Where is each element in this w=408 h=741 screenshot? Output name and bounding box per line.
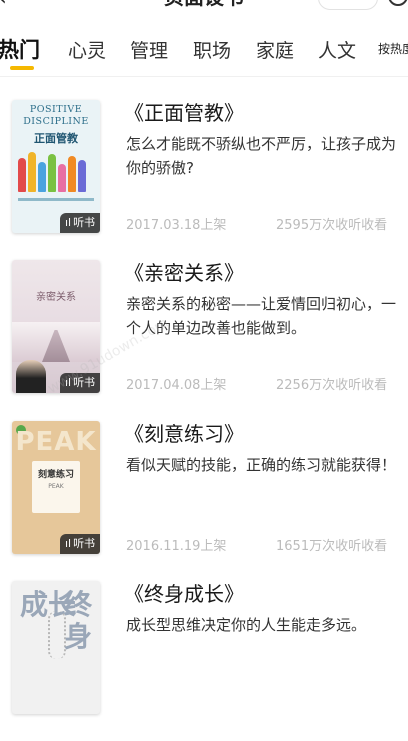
book-item[interactable]: PEAK 刻意练习 PEAK ıl 听书 《刻意练习》 看似天赋的技能，正确的练习… — [0, 421, 408, 581]
book-release-date: 2016.11.19上架 — [126, 539, 227, 554]
cover-subtitle: PEAK — [48, 483, 64, 490]
cover-chinese-title: 正面管教 — [34, 132, 78, 145]
badge-label: 听书 — [73, 216, 96, 229]
sort-by-popularity-button[interactable]: 按热度 — [378, 40, 408, 57]
book-description: 怎么才能既不骄纵也不严厉，让孩子成为你的骄傲? — [126, 135, 397, 177]
book-play-count: 1651万次收听收看 — [276, 539, 388, 554]
tab-humanities[interactable]: 人文 — [318, 36, 356, 63]
tab-career[interactable]: 职场 — [193, 36, 231, 63]
tab-family[interactable]: 家庭 — [256, 36, 294, 63]
listen-badge: ıl 听书 — [60, 534, 100, 554]
cover-english-title: PEAK — [15, 427, 97, 457]
cover-line — [18, 198, 94, 201]
tab-management[interactable]: 管理 — [130, 36, 168, 63]
category-tabs: 热门 心灵 管理 职场 家庭 人文 按热度 — [0, 30, 408, 74]
active-tab-indicator — [10, 66, 34, 70]
listen-badge: ıl 听书 — [60, 213, 100, 233]
book-item[interactable]: POSITIVE DISCIPLINE 正面管教 ıl 听书 《正面管教》 怎么才… — [0, 100, 408, 260]
book-release-date: 2017.03.18上架 — [126, 218, 227, 233]
header-pill-button[interactable] — [318, 0, 378, 10]
book-cover[interactable]: 成长 终身 — [12, 581, 100, 714]
cover-author-photo — [16, 360, 46, 393]
cover-english-title: POSITIVE DISCIPLINE — [23, 104, 89, 127]
audio-bars-icon: ıl — [64, 537, 72, 550]
tab-soul[interactable]: 心灵 — [68, 36, 106, 63]
book-description: 亲密关系的秘密——让爱情回归初心，一个人的单边改善也能做到。 — [126, 295, 397, 337]
book-title[interactable]: 《正面管教》 — [124, 97, 244, 126]
cover-title-right: 终身 — [64, 588, 93, 653]
cover-illustration — [18, 150, 94, 192]
book-item[interactable]: 成长 终身 《终身成长》 成长型思维决定你的人生能走多远。 — [0, 581, 408, 741]
cover-title-plate: 刻意练习 PEAK — [32, 461, 80, 513]
cover-chinese-title: 刻意练习 — [37, 470, 74, 480]
book-cover[interactable]: PEAK 刻意练习 PEAK ıl 听书 — [12, 421, 100, 554]
cover-chinese-title: 亲密关系 — [36, 292, 76, 303]
book-play-count: 2595万次收听收看 — [276, 218, 388, 233]
book-description: 成长型思维决定你的人生能走多远。 — [126, 616, 367, 634]
book-release-date: 2017.04.08上架 — [126, 378, 227, 393]
book-title[interactable]: 《终身成长》 — [124, 578, 244, 607]
book-title[interactable]: 《刻意练习》 — [124, 418, 244, 447]
tabs-fade — [358, 30, 378, 70]
app-header: ‹ 页面设书 — [0, 0, 408, 12]
tab-hot[interactable]: 热门 — [0, 34, 40, 64]
book-cover[interactable]: POSITIVE DISCIPLINE 正面管教 ıl 听书 — [12, 100, 100, 233]
book-description: 看似天赋的技能，正确的练习就能获得！ — [126, 456, 397, 474]
audio-bars-icon: ıl — [64, 216, 72, 229]
divider — [0, 76, 408, 77]
book-item[interactable]: 亲密关系 ıl 听书 《亲密关系》 亲密关系的秘密——让爱情回归初心，一个人的单边… — [0, 260, 408, 420]
book-title[interactable]: 《亲密关系》 — [124, 257, 244, 286]
book-play-count: 2256万次收听收看 — [276, 378, 388, 393]
badge-label: 听书 — [73, 537, 96, 550]
